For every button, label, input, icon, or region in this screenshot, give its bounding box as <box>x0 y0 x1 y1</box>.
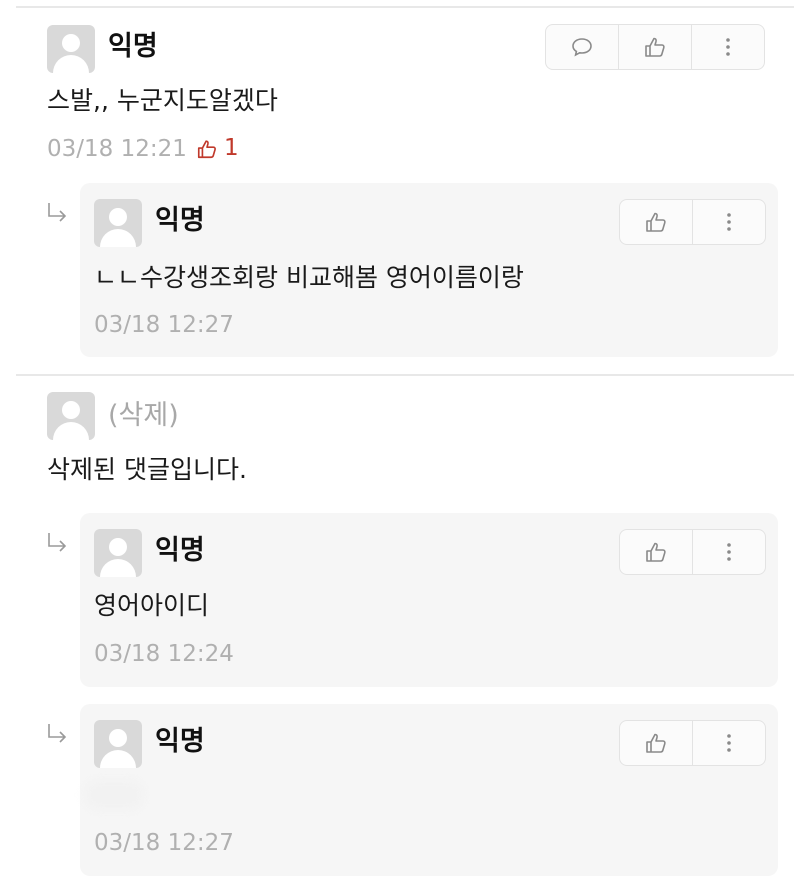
like-button[interactable] <box>620 530 692 574</box>
comment-text: 삭제된 댓글입니다. <box>47 455 247 484</box>
reply-author: 익명 <box>155 205 205 236</box>
thumbs-up-icon <box>197 139 216 158</box>
comment-time: 03/18 12:21 <box>47 136 187 162</box>
more-button[interactable] <box>691 25 764 69</box>
avatar[interactable] <box>94 529 142 577</box>
reply-arrow-icon <box>48 533 67 552</box>
reply-time: 03/18 12:27 <box>94 830 234 856</box>
reply-author: 익명 <box>155 535 205 566</box>
reply-arrow-icon <box>48 724 67 743</box>
avatar[interactable] <box>94 199 142 247</box>
reply-author: 익명 <box>155 726 205 757</box>
vertical-dots-icon <box>727 543 731 561</box>
thumbs-up-icon <box>646 733 666 753</box>
thumbs-up-icon <box>645 37 665 57</box>
reply-time: 03/18 12:27 <box>94 312 234 338</box>
like-button[interactable] <box>620 200 692 244</box>
reply-actions <box>619 529 766 575</box>
avatar[interactable] <box>47 392 95 440</box>
more-button[interactable] <box>692 721 765 765</box>
vertical-dots-icon <box>726 38 730 56</box>
reply-text: ㄴㄴ수강생조회랑 비교해봄 영어이름이랑 <box>94 263 524 292</box>
thumbs-up-icon <box>646 212 666 232</box>
vertical-dots-icon <box>727 213 731 231</box>
reply: 익명 03/18 12:27 <box>80 704 778 876</box>
comment-author: 익명 <box>108 31 158 62</box>
reply-arrow-icon <box>48 203 67 222</box>
reply-button[interactable] <box>546 25 618 69</box>
thumbs-up-icon <box>646 542 666 562</box>
comment-author: (삭제) <box>108 400 179 431</box>
reply-actions <box>619 199 766 245</box>
more-button[interactable] <box>692 530 765 574</box>
speech-bubble-icon <box>572 38 592 57</box>
reply: 익명 영어아이디 03/18 12:24 <box>80 513 778 687</box>
reply-time: 03/18 12:24 <box>94 641 234 667</box>
like-button[interactable] <box>618 25 691 69</box>
more-button[interactable] <box>692 200 765 244</box>
reply-text: 영어아이디 <box>94 591 210 620</box>
comment-text: 스발,, 누군지도알겠다 <box>47 86 278 115</box>
like-count-value: 1 <box>224 135 239 161</box>
divider <box>16 6 794 8</box>
like-count: 1 <box>196 137 239 160</box>
reply: 익명 ㄴㄴ수강생조회랑 비교해봄 영어이름이랑 03/18 12:27 <box>80 183 778 357</box>
redacted-text <box>84 780 144 810</box>
comment-actions <box>545 24 765 70</box>
vertical-dots-icon <box>727 734 731 752</box>
like-button[interactable] <box>620 721 692 765</box>
avatar[interactable] <box>47 25 95 73</box>
avatar[interactable] <box>94 720 142 768</box>
reply-actions <box>619 720 766 766</box>
divider <box>16 374 794 376</box>
